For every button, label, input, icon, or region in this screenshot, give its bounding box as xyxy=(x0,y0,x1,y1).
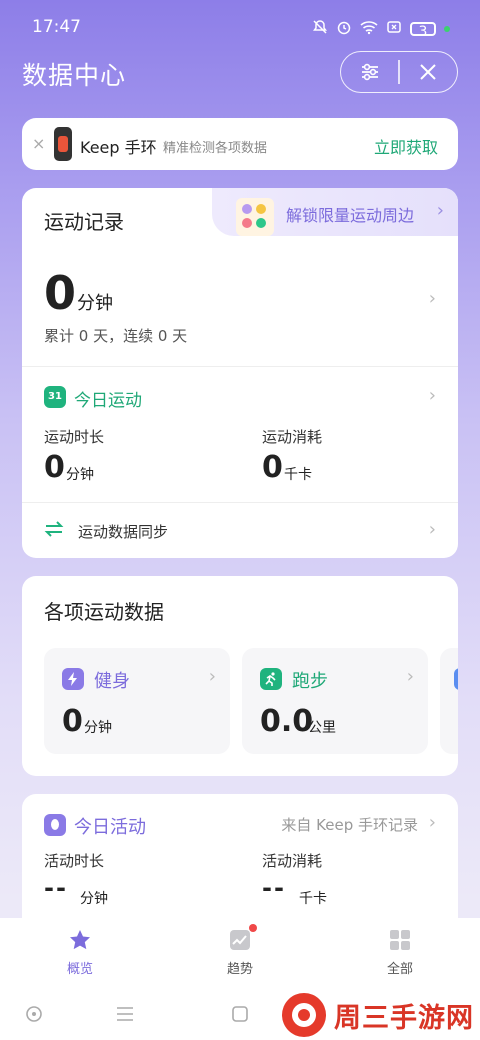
tab-trends[interactable]: 趋势 xyxy=(180,918,300,990)
activity-calories-unit: 千卡 xyxy=(299,891,327,907)
fitness-band-image xyxy=(54,127,72,161)
home-square-icon[interactable] xyxy=(230,1004,250,1024)
chevron-right-icon[interactable]: › xyxy=(429,519,436,540)
lightning-icon xyxy=(62,668,84,690)
site-watermark: 周三手游网 xyxy=(282,992,480,1038)
back-circle-icon[interactable] xyxy=(24,1004,44,1024)
trend-icon xyxy=(230,930,250,950)
status-time: 17:47 xyxy=(32,17,81,37)
fitness-unit: 分钟 xyxy=(84,720,112,736)
today-activity-title: 今日活动 xyxy=(74,817,146,838)
battery-icon: 3 xyxy=(410,22,436,40)
promo-device-name: Keep 手环 xyxy=(80,138,157,157)
exercise-calories-value: 0 xyxy=(262,450,283,485)
activity-calories-label: 活动消耗 xyxy=(262,852,323,870)
exercise-calories-label: 运动消耗 xyxy=(262,428,323,446)
activity-duration-label: 活动时长 xyxy=(44,852,105,870)
activities-title: 各项运动数据 xyxy=(44,600,164,624)
bottom-nav: 概览 趋势 全部 xyxy=(0,918,480,990)
status-icons: 3 xyxy=(312,19,450,40)
watermark-text: 周三手游网 xyxy=(334,1002,474,1034)
merch-thumbnail xyxy=(236,198,274,236)
running-value: 0.0 xyxy=(260,704,314,739)
exercise-duration-unit: 分钟 xyxy=(66,467,94,483)
activity-icon xyxy=(454,668,458,690)
wifi-icon xyxy=(360,19,378,39)
exercise-calories-unit: 千卡 xyxy=(284,467,312,483)
activity-duration-unit: 分钟 xyxy=(80,891,108,907)
chevron-right-icon: › xyxy=(208,666,216,687)
star-icon xyxy=(70,930,90,950)
total-minutes-value: 0 xyxy=(44,266,77,320)
today-exercise-label[interactable]: 今日运动 xyxy=(74,386,142,411)
chevron-right-icon: › xyxy=(428,812,436,833)
runner-icon xyxy=(260,668,282,690)
merch-unlock-link[interactable]: 解锁限量运动周边 › xyxy=(212,188,458,236)
close-button[interactable] xyxy=(400,52,457,92)
fitness-label: 健身 xyxy=(94,671,130,692)
divider xyxy=(22,502,458,503)
tab-all-label: 全部 xyxy=(386,962,413,977)
exercise-record-card: 运动记录 解锁限量运动周边 › 0 分钟 › 累计 0 天，连续 0 天 31 … xyxy=(22,188,458,558)
exercise-duration-label: 运动时长 xyxy=(44,428,105,446)
watermark-logo xyxy=(282,993,326,1037)
fitness-value: 0 xyxy=(62,704,83,739)
grid-icon xyxy=(390,930,410,950)
merch-unlock-label: 解锁限量运动周边 xyxy=(286,206,415,225)
header-actions xyxy=(340,51,458,93)
promo-description: 精准检测各项数据 xyxy=(163,141,268,156)
chevron-right-icon[interactable]: › xyxy=(429,288,436,309)
sync-data-label[interactable]: 运动数据同步 xyxy=(78,521,168,542)
divider xyxy=(22,366,458,367)
page-title: 数据中心 xyxy=(22,61,127,90)
promo-close-button[interactable]: × xyxy=(32,134,45,153)
activity-source: 来自 Keep 手环记录 xyxy=(281,816,418,834)
promo-get-button[interactable]: 立即获取 xyxy=(374,134,438,158)
keep-band-promo[interactable]: × Keep 手环 精准检测各项数据 立即获取 xyxy=(22,118,458,170)
cumulative-days-text: 累计 0 天，连续 0 天 xyxy=(44,327,188,345)
next-activity-tile[interactable] xyxy=(440,648,458,754)
record-title: 运动记录 xyxy=(44,210,124,234)
activity-calories-value: -- xyxy=(262,874,286,902)
exercise-duration-value: 0 xyxy=(44,450,65,485)
charging-dot xyxy=(444,26,450,32)
notification-dot xyxy=(249,924,257,932)
running-unit: 公里 xyxy=(308,720,336,736)
chevron-right-icon[interactable]: › xyxy=(429,385,436,406)
chevron-right-icon: › xyxy=(406,666,414,687)
sliders-icon xyxy=(361,63,378,81)
flame-icon xyxy=(44,814,66,836)
activity-data-card: 各项运动数据 健身 › 0 分钟 跑步 › 0.0 公里 xyxy=(22,576,458,776)
status-bar: 17:47 3 xyxy=(0,0,480,58)
tab-overview-label: 概览 xyxy=(66,962,93,977)
running-label: 跑步 xyxy=(292,671,328,692)
sim-icon xyxy=(386,19,402,39)
settings-button[interactable] xyxy=(341,52,398,92)
activity-duration-value: -- xyxy=(44,874,68,902)
sync-icon xyxy=(44,520,64,543)
chevron-right-icon: › xyxy=(436,200,444,221)
mute-icon xyxy=(312,19,328,39)
tab-all[interactable]: 全部 xyxy=(340,918,460,990)
tab-trends-label: 趋势 xyxy=(226,962,253,977)
calendar-icon: 31 xyxy=(44,386,66,408)
menu-icon[interactable] xyxy=(115,1004,135,1024)
close-icon xyxy=(420,64,437,80)
total-minutes-unit: 分钟 xyxy=(77,293,113,314)
running-tile[interactable]: 跑步 › 0.0 公里 xyxy=(242,648,428,754)
alarm-icon xyxy=(336,19,352,39)
tab-overview[interactable]: 概览 xyxy=(20,918,140,990)
fitness-tile[interactable]: 健身 › 0 分钟 xyxy=(44,648,230,754)
